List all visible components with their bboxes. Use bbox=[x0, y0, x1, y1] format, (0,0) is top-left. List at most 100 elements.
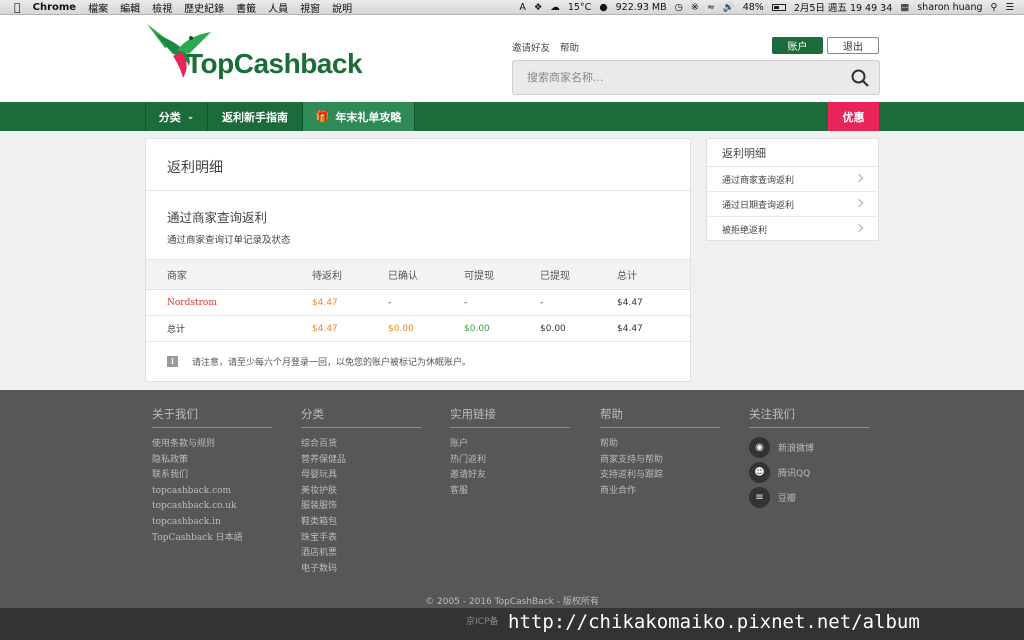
nav-gift-guide[interactable]: 🎁 年末礼单攻略 bbox=[303, 102, 415, 131]
wifi-icon[interactable]: ≈ bbox=[707, 2, 715, 13]
qq-link[interactable]: ☻ 腾讯QQ bbox=[749, 462, 869, 483]
section-description: 通过商家查询订单记录及状态 bbox=[167, 235, 291, 246]
footer-link[interactable]: 营养保健品 bbox=[301, 453, 421, 469]
footer-link[interactable]: 联系我们 bbox=[152, 468, 272, 484]
side-item-label: 通过日期查询返利 bbox=[722, 200, 795, 211]
logo-text[interactable]: TopCashback bbox=[186, 48, 363, 80]
volume-icon[interactable]: 🔊 bbox=[723, 2, 735, 13]
search-icon[interactable] bbox=[851, 69, 869, 87]
bluetooth-icon[interactable]: ※ bbox=[691, 2, 699, 13]
merchant-link[interactable]: Nordstrom bbox=[167, 290, 217, 315]
footer-link[interactable]: 珠宝手表 bbox=[301, 531, 421, 547]
dropbox-icon[interactable]: ❖ bbox=[534, 2, 543, 13]
clock-icon[interactable]: ◷ bbox=[675, 2, 683, 13]
note-text: 请注意，请至少每六个月登录一回，以免您的账户被标记为休眠账户。 bbox=[192, 358, 472, 368]
footer-link[interactable]: 支持返利与跟踪 bbox=[600, 468, 720, 484]
footer-heading: 关于我们 bbox=[152, 406, 272, 428]
footer-heading: 关注我们 bbox=[749, 406, 869, 428]
footer-link[interactable]: 母婴玩具 bbox=[301, 468, 421, 484]
menu-window[interactable]: 視窗 bbox=[300, 0, 320, 15]
footer-link[interactable]: 鞋类箱包 bbox=[301, 515, 421, 531]
watermark: http://chikakomaiko.pixnet.net/album bbox=[508, 611, 920, 633]
footer-link[interactable]: 客服 bbox=[450, 484, 570, 500]
input-method-icon[interactable]: ▦ bbox=[900, 2, 909, 13]
douban-link[interactable]: ≡ 豆瓣 bbox=[749, 487, 869, 508]
adobe-icon[interactable]: A bbox=[519, 2, 526, 13]
footer-link[interactable]: 服装服饰 bbox=[301, 499, 421, 515]
footer-link[interactable]: 隐私政策 bbox=[152, 453, 272, 469]
chevron-right-icon bbox=[854, 198, 864, 208]
footer-link[interactable]: topcashback.com bbox=[152, 484, 272, 500]
footer-link[interactable]: topcashback.co.uk bbox=[152, 499, 272, 515]
footer-link[interactable]: 美妆护肤 bbox=[301, 484, 421, 500]
footer-link[interactable]: 商业合作 bbox=[600, 484, 720, 500]
logout-button[interactable]: 退出 bbox=[827, 37, 879, 54]
footer-link[interactable]: topcashback.in bbox=[152, 515, 272, 531]
search-input[interactable] bbox=[513, 61, 833, 94]
footer-categories: 分类 综合百货 营养保健品 母婴玩具 美妆护肤 服装服饰 鞋类箱包 珠宝手表 酒… bbox=[301, 406, 421, 577]
menu-app-name[interactable]: Chrome bbox=[33, 2, 76, 13]
social-label: 腾讯QQ bbox=[778, 469, 811, 479]
weather-temp[interactable]: 15°C bbox=[568, 2, 591, 13]
footer-link[interactable]: 电子数码 bbox=[301, 562, 421, 578]
side-item-by-merchant[interactable]: 通过商家查询返利 bbox=[707, 167, 878, 192]
menu-people[interactable]: 人員 bbox=[268, 0, 288, 15]
footer-link[interactable]: 邀请好友 bbox=[450, 468, 570, 484]
search-box bbox=[512, 60, 880, 95]
menu-edit[interactable]: 編輯 bbox=[120, 0, 140, 15]
account-button[interactable]: 账户 bbox=[772, 37, 823, 54]
invite-friends-link[interactable]: 邀请好友 bbox=[512, 40, 550, 54]
menu-help[interactable]: 說明 bbox=[332, 0, 352, 15]
weibo-link[interactable]: ◉ 新浪微博 bbox=[749, 437, 869, 458]
footer-link[interactable]: 酒店机票 bbox=[301, 546, 421, 562]
social-label: 豆瓣 bbox=[778, 494, 797, 504]
user-name[interactable]: sharon huang bbox=[917, 2, 982, 13]
nav-category[interactable]: 分类 ⌄ bbox=[145, 102, 208, 131]
help-link[interactable]: 帮助 bbox=[560, 40, 579, 54]
battery-percent[interactable]: 48% bbox=[743, 2, 764, 13]
info-icon: i bbox=[167, 356, 178, 367]
douban-icon: ≡ bbox=[749, 487, 770, 508]
apple-icon[interactable]:  bbox=[14, 1, 21, 14]
section-title: 通过商家查询返利 bbox=[167, 210, 268, 225]
social-label: 新浪微博 bbox=[778, 444, 815, 454]
total-withdrawn: $0.00 bbox=[540, 323, 566, 334]
chevron-right-icon bbox=[854, 223, 864, 233]
side-item-rejected[interactable]: 被拒绝返利 bbox=[707, 217, 878, 242]
total-label: 总计 bbox=[167, 325, 186, 335]
site-header: TopCashback 邀请好友 帮助 账户 退出 bbox=[0, 15, 1024, 102]
footer-link[interactable]: 综合百货 bbox=[301, 437, 421, 453]
weather-icon[interactable]: ☁ bbox=[550, 2, 560, 13]
footer-link[interactable]: 热门返利 bbox=[450, 453, 570, 469]
pending-value: $4.47 bbox=[312, 297, 338, 308]
memory-icon[interactable]: ● bbox=[599, 2, 607, 13]
menu-bookmarks[interactable]: 書籤 bbox=[236, 0, 256, 15]
icp-license[interactable]: 京ICP备 bbox=[466, 614, 498, 627]
footer-link[interactable]: TopCashback 日本語 bbox=[152, 531, 272, 547]
nav-guide[interactable]: 返利新手指南 bbox=[208, 102, 303, 131]
memory-value[interactable]: 922.93 MB bbox=[616, 2, 667, 13]
menu-view[interactable]: 檢視 bbox=[152, 0, 172, 15]
side-item-by-date[interactable]: 通过日期查询返利 bbox=[707, 192, 878, 217]
table-row: Nordstrom $4.47 - - - $4.47 bbox=[146, 290, 690, 316]
footer-link[interactable]: 账户 bbox=[450, 437, 570, 453]
spotlight-icon[interactable]: ⚲ bbox=[991, 2, 998, 13]
nav-deals[interactable]: 优惠 bbox=[828, 102, 879, 131]
battery-icon[interactable] bbox=[771, 3, 786, 11]
footer-link[interactable]: 帮助 bbox=[600, 437, 720, 453]
site-footer: 关于我们 使用条款与规则 隐私政策 联系我们 topcashback.com t… bbox=[0, 390, 1024, 608]
footer-link[interactable]: 使用条款与规则 bbox=[152, 437, 272, 453]
side-item-label: 通过商家查询返利 bbox=[722, 175, 795, 186]
notification-center-icon[interactable]: ☰ bbox=[1005, 2, 1014, 13]
footer-useful: 实用链接 账户 热门返利 邀请好友 客服 bbox=[450, 406, 570, 499]
datetime[interactable]: 2月5日 週五 19 49 34 bbox=[794, 0, 892, 14]
menu-file[interactable]: 檔案 bbox=[88, 0, 108, 15]
gift-icon: 🎁 bbox=[315, 110, 330, 123]
withdrawn-value: - bbox=[540, 297, 544, 308]
menu-history[interactable]: 歷史紀錄 bbox=[184, 0, 224, 15]
available-value: - bbox=[464, 297, 468, 308]
total-value: $4.47 bbox=[617, 297, 643, 308]
footer-link[interactable]: 商家支持与帮助 bbox=[600, 453, 720, 469]
footer-heading: 实用链接 bbox=[450, 406, 570, 428]
footer-heading: 帮助 bbox=[600, 406, 720, 428]
